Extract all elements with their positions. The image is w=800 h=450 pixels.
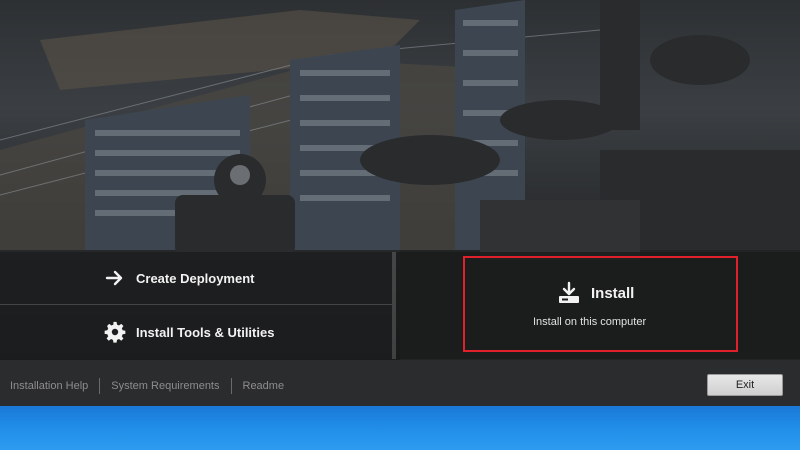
footer-separator — [99, 378, 101, 394]
create-deployment-button[interactable]: Create Deployment — [104, 267, 254, 289]
arrow-right-icon — [104, 267, 126, 289]
install-tools-label: Install Tools & Utilities — [136, 324, 275, 340]
exit-button[interactable]: Exit — [707, 374, 783, 396]
taskbar — [0, 406, 800, 450]
install-button[interactable]: Install — [557, 281, 634, 305]
install-subtitle: Install on this computer — [533, 316, 647, 328]
system-requirements-link[interactable]: System Requirements — [111, 380, 219, 392]
create-deployment-label: Create Deployment — [136, 270, 255, 286]
install-label: Install — [591, 284, 635, 302]
footer-separator — [230, 378, 232, 394]
installation-help-link[interactable]: Installation Help — [10, 380, 88, 392]
footer-links: Installation Help System Requirements Re… — [10, 378, 284, 394]
gear-icon — [104, 321, 126, 343]
readme-link[interactable]: Readme — [243, 380, 285, 392]
install-tools-button[interactable]: Install Tools & Utilities — [104, 321, 274, 343]
download-icon — [557, 281, 581, 305]
